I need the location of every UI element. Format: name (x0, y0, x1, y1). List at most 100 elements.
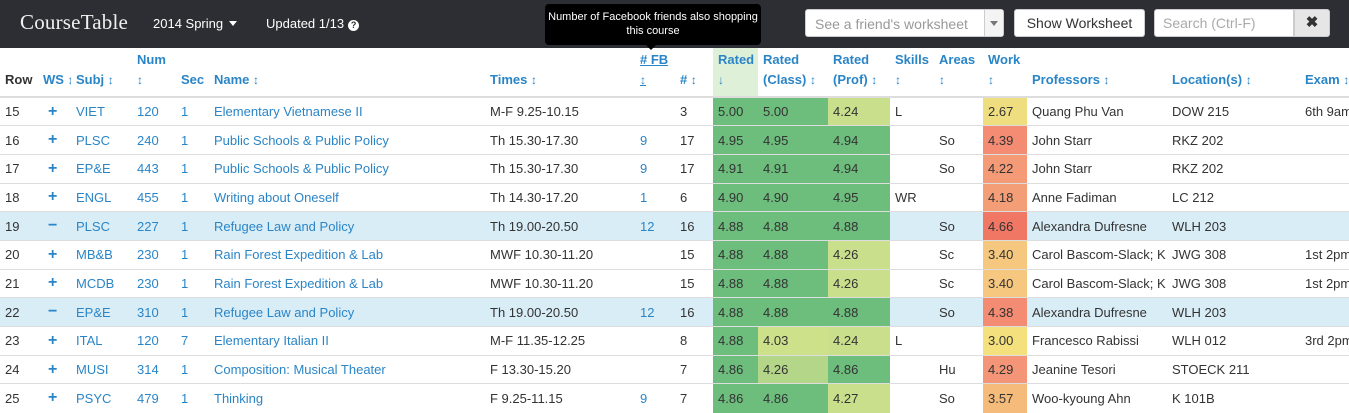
cell-fb[interactable] (635, 327, 675, 356)
cell-sec[interactable]: 7 (176, 327, 209, 356)
cell-num[interactable]: 443 (132, 154, 176, 183)
cell-sec[interactable]: 1 (176, 154, 209, 183)
term-dropdown[interactable]: 2014 Spring (153, 16, 238, 31)
help-icon[interactable]: ? (348, 20, 360, 31)
cell-num[interactable]: 230 (132, 240, 176, 269)
table-row[interactable]: 18 + ENGL 455 1 Writing about Oneself Th 14.30… (0, 183, 1349, 212)
cell-num[interactable]: 120 (132, 97, 176, 126)
cell-name[interactable]: Elementary Vietnamese II (209, 97, 485, 126)
cell-subj[interactable]: MB&B (71, 240, 132, 269)
clear-search-button[interactable]: ✖ (1294, 9, 1330, 37)
column-header-rated[interactable]: Rated ↓ (713, 48, 758, 98)
cell-name[interactable]: Elementary Italian II (209, 327, 485, 356)
add-to-worksheet-icon[interactable]: + (38, 355, 71, 384)
table-row[interactable]: 15 + VIET 120 1 Elementary Vietnamese II M-F 9… (0, 97, 1349, 126)
cell-sec[interactable]: 1 (176, 384, 209, 413)
column-header-work[interactable]: Work ↕ (983, 48, 1027, 98)
cell-name[interactable]: Writing about Oneself (209, 183, 485, 212)
column-header-fb[interactable]: # FB ↕ (635, 48, 675, 98)
cell-sec[interactable]: 1 (176, 212, 209, 241)
cell-subj[interactable]: PLSC (71, 126, 132, 155)
cell-fb[interactable]: 12 (635, 298, 675, 327)
table-row[interactable]: 20 + MB&B 230 1 Rain Forest Expedition & Lab M… (0, 240, 1349, 270)
show-worksheet-button[interactable]: Show Worksheet (1014, 9, 1145, 37)
cell-num[interactable]: 120 (132, 327, 176, 356)
cell-num[interactable]: 310 (132, 298, 176, 327)
cell-num[interactable]: 230 (132, 269, 176, 298)
add-to-worksheet-icon[interactable]: + (38, 154, 71, 183)
cell-sec[interactable]: 1 (176, 97, 209, 126)
add-to-worksheet-icon[interactable]: + (38, 240, 71, 269)
remove-from-worksheet-icon[interactable]: − (38, 298, 71, 327)
search-input[interactable] (1154, 9, 1294, 37)
table-row[interactable]: 19 − PLSC 227 1 Refugee Law and Policy Th 19.0… (0, 211, 1349, 241)
cell-subj[interactable]: EP&E (71, 298, 132, 327)
add-to-worksheet-icon[interactable]: + (38, 269, 71, 298)
cell-subj[interactable]: VIET (71, 97, 132, 126)
cell-fb[interactable]: 1 (635, 183, 675, 212)
brand-logo[interactable]: CourseTable (20, 10, 128, 35)
add-to-worksheet-icon[interactable]: + (38, 97, 71, 126)
cell-name[interactable]: Rain Forest Expedition & Lab (209, 269, 485, 298)
add-to-worksheet-icon[interactable]: + (38, 327, 71, 356)
cell-name[interactable]: Composition: Musical Theater (209, 355, 485, 384)
cell-name[interactable]: Thinking (209, 384, 485, 413)
cell-fb[interactable]: 9 (635, 154, 675, 183)
column-header-skills[interactable]: Skills ↕ (890, 48, 934, 98)
table-row[interactable]: 23 + ITAL 120 7 Elementary Italian II M-F 11.3… (0, 326, 1349, 356)
cell-subj[interactable]: EP&E (71, 154, 132, 183)
add-to-worksheet-icon[interactable]: + (38, 183, 71, 212)
cell-sec[interactable]: 1 (176, 298, 209, 327)
remove-from-worksheet-icon[interactable]: − (38, 212, 71, 241)
cell-fb[interactable]: 9 (635, 126, 675, 155)
table-row[interactable]: 25 + PSYC 479 1 Thinking F 9.25-11.15 9 7 4.86 4.8… (0, 383, 1349, 413)
column-header-times[interactable]: Times ↕ (485, 48, 635, 98)
cell-name[interactable]: Rain Forest Expedition & Lab (209, 240, 485, 269)
cell-name[interactable]: Refugee Law and Policy (209, 298, 485, 327)
cell-sec[interactable]: 1 (176, 269, 209, 298)
cell-num[interactable]: 455 (132, 183, 176, 212)
column-header-rated-prof[interactable]: Rated (Prof) ↕ (828, 48, 890, 98)
table-row[interactable]: 22 − EP&E 310 1 Refugee Law and Policy Th 19.0… (0, 297, 1349, 327)
cell-subj[interactable]: PSYC (71, 384, 132, 413)
cell-subj[interactable]: ITAL (71, 327, 132, 356)
column-header-count[interactable]: # ↕ (675, 48, 713, 98)
cell-name[interactable]: Refugee Law and Policy (209, 212, 485, 241)
column-header-exam[interactable]: Exam ↕ (1300, 48, 1349, 98)
cell-subj[interactable]: PLSC (71, 212, 132, 241)
column-header-location[interactable]: Location(s) ↕ (1167, 48, 1300, 98)
cell-fb[interactable]: 9 (635, 384, 675, 413)
cell-num[interactable]: 240 (132, 126, 176, 155)
cell-num[interactable]: 227 (132, 212, 176, 241)
add-to-worksheet-icon[interactable]: + (38, 384, 71, 413)
table-row[interactable]: 16 + PLSC 240 1 Public Schools & Public Polic… (0, 125, 1349, 155)
cell-sec[interactable]: 1 (176, 355, 209, 384)
cell-fb[interactable] (635, 97, 675, 126)
cell-name[interactable]: Public Schools & Public Policy (209, 154, 485, 183)
add-to-worksheet-icon[interactable]: + (38, 126, 71, 155)
column-header-subj[interactable]: Subj ↕ (71, 48, 132, 98)
cell-sec[interactable]: 1 (176, 126, 209, 155)
table-row[interactable]: 24 + MUSI 314 1 Composition: Musical Theater F… (0, 355, 1349, 384)
column-header-num[interactable]: Num ↕ (132, 48, 176, 98)
column-header-professors[interactable]: Professors ↕ (1027, 48, 1167, 98)
table-row[interactable]: 17 + EP&E 443 1 Public Schools & Public Polic… (0, 154, 1349, 184)
cell-num[interactable]: 479 (132, 384, 176, 413)
cell-fb[interactable] (635, 355, 675, 384)
column-header-sec[interactable]: Sec (176, 48, 209, 98)
column-header-name[interactable]: Name ↕ (209, 48, 485, 98)
column-header-ws[interactable]: WS ↕ (38, 48, 71, 98)
column-header-rated-class[interactable]: Rated (Class) ↕ (758, 48, 828, 98)
cell-fb[interactable] (635, 269, 675, 298)
cell-sec[interactable]: 1 (176, 183, 209, 212)
cell-fb[interactable]: 12 (635, 212, 675, 241)
cell-sec[interactable]: 1 (176, 240, 209, 269)
cell-fb[interactable] (635, 240, 675, 269)
table-row[interactable]: 21 + MCDB 230 1 Rain Forest Expedition & Lab M… (0, 269, 1349, 298)
friend-worksheet-select[interactable]: See a friend's worksheet (805, 9, 1004, 37)
select-arrow-icon[interactable] (984, 10, 1003, 36)
cell-num[interactable]: 314 (132, 355, 176, 384)
column-header-areas[interactable]: Areas ↕ (934, 48, 983, 98)
cell-name[interactable]: Public Schools & Public Policy (209, 126, 485, 155)
cell-subj[interactable]: MUSI (71, 355, 132, 384)
